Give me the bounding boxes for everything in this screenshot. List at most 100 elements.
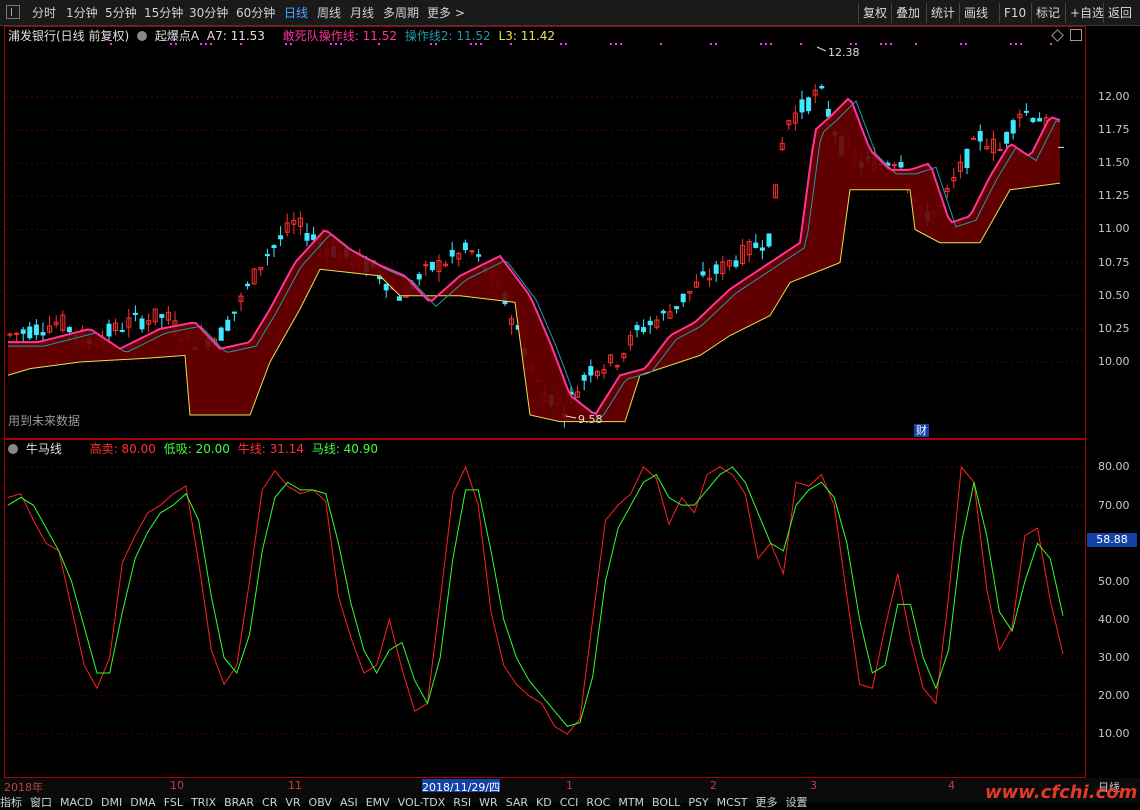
signal-dot [210, 43, 212, 45]
candle-body [806, 97, 812, 112]
chart-canvas[interactable]: 12.38 9.58 [0, 0, 1140, 803]
candle-body [634, 325, 640, 331]
candle-body [647, 320, 653, 326]
signal-dot [435, 43, 437, 45]
signal-dot [765, 43, 767, 45]
candle-body [753, 242, 759, 248]
candle-body [429, 261, 435, 271]
signal-dot [565, 43, 567, 45]
high-price-label: 12.38 [828, 46, 860, 59]
candle-body [733, 260, 739, 267]
candle-body [476, 254, 482, 257]
signal-dot [1050, 43, 1052, 45]
signal-dot [470, 43, 472, 45]
candle-body [132, 312, 138, 316]
sub-tick-label: 80.00 [1098, 460, 1130, 473]
sub-tick-label: 30.00 [1098, 651, 1130, 664]
signal-dot [890, 43, 892, 45]
signal-dot [480, 43, 482, 45]
signal-dot [710, 43, 712, 45]
candle-body [581, 374, 587, 381]
signal-dot [340, 43, 342, 45]
candle-body [660, 310, 666, 314]
signal-dot [285, 43, 287, 45]
candle-body [964, 148, 970, 168]
candle-body [106, 323, 112, 337]
sub-series-0 [7, 465, 1064, 735]
candle-body [1037, 118, 1043, 122]
candle-body [1023, 110, 1029, 113]
high-marker-line [816, 46, 827, 52]
candle-body [700, 271, 706, 276]
sub-series-1 [7, 466, 1064, 727]
signal-dot [760, 43, 762, 45]
price-tick-label: 11.75 [1098, 123, 1130, 136]
candle-body [469, 250, 475, 253]
signal-dot [615, 43, 617, 45]
candle-body [311, 234, 317, 241]
candle-body [713, 264, 719, 274]
candle-body [449, 249, 455, 257]
price-tick-label: 10.00 [1098, 355, 1130, 368]
candle-body [278, 235, 284, 240]
signal-dot [335, 43, 337, 45]
date-label: 10 [170, 779, 184, 792]
candle-body [977, 131, 983, 142]
signal-dot [800, 43, 802, 45]
signal-dot [170, 43, 172, 45]
candle-body [819, 85, 825, 89]
signal-dot [610, 43, 612, 45]
indicator-tabs: 指标 窗口 MACD DMI DMA FSL TRIX BRAR CR VR OBV ASI EMV VO… [0, 794, 816, 809]
candle-body [245, 283, 251, 287]
candle-body [218, 327, 224, 341]
support-fill-area [8, 98, 1060, 422]
signal-dot [240, 43, 242, 45]
candle-body [304, 233, 310, 241]
signal-dot [330, 43, 332, 45]
sub-tick-label: 10.00 [1098, 727, 1130, 740]
signal-dot [378, 43, 380, 45]
signal-dot [510, 43, 512, 45]
candle-body [264, 253, 270, 257]
date-label: 1 [566, 779, 573, 792]
candle-body [159, 314, 165, 318]
signal-dot [200, 43, 202, 45]
sub-tick-label: 50.00 [1098, 575, 1130, 588]
candle-body [396, 296, 402, 301]
candle-body [674, 306, 680, 310]
sub-tick-label: 20.00 [1098, 689, 1130, 702]
candle-body [383, 283, 389, 291]
date-label: 4 [948, 779, 955, 792]
price-tick-label: 11.00 [1098, 222, 1130, 235]
signal-dot [965, 43, 967, 45]
candle-body [898, 162, 904, 168]
candle-body [27, 326, 33, 339]
candle-body [891, 164, 897, 167]
signal-dot [770, 43, 772, 45]
date-label: 11 [288, 779, 302, 792]
signal-dot [110, 43, 112, 45]
candle-body [231, 311, 237, 314]
signal-dot [850, 43, 852, 45]
date-label: 2 [710, 779, 717, 792]
signal-dot [205, 43, 207, 45]
candle-body [33, 324, 39, 336]
signal-dot [290, 43, 292, 45]
price-tick-label: 11.50 [1098, 156, 1130, 169]
signal-dot [620, 43, 622, 45]
signal-dot [560, 43, 562, 45]
signal-dot [915, 43, 917, 45]
signal-dot [855, 43, 857, 45]
sub-tick-label: 70.00 [1098, 499, 1130, 512]
signal-dot [880, 43, 882, 45]
price-tick-label: 10.25 [1098, 322, 1130, 335]
signal-dot [885, 43, 887, 45]
date-label: 3 [810, 779, 817, 792]
candle-body [641, 327, 647, 333]
candle-body [1004, 132, 1010, 144]
signal-dot [1020, 43, 1022, 45]
candle-body [225, 319, 231, 331]
current-value-box: 58.88 [1087, 533, 1137, 547]
candle-body [825, 108, 831, 117]
price-tick-label: 12.00 [1098, 90, 1130, 103]
